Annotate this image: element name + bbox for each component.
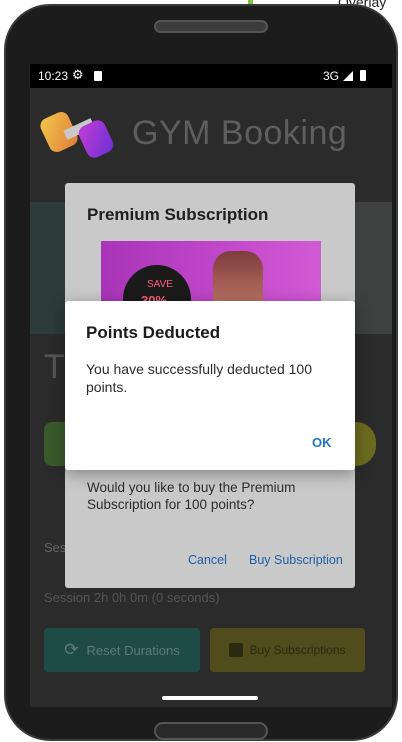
cancel-button[interactable]: Cancel [188,553,227,567]
reset-durations-button[interactable]: ⟳ Reset Durations [44,628,200,672]
dumbbell-logo [37,104,116,161]
screen: 10:23 ⚙ 3G GYM Booking T Ses Session 2h … [30,64,392,707]
gesture-nav-pill[interactable] [162,696,258,700]
hero-banner-right [356,202,392,334]
refresh-icon: ⟳ [64,640,79,659]
premium-question: Would you like to buy the Premium Subscr… [87,480,296,512]
ok-button[interactable]: OK [312,435,332,450]
promo-save-text: SAVE [147,279,173,290]
store-icon [229,643,244,657]
points-dialog-message: You have successfully deducted 100 point… [86,361,312,395]
promo-image: SAVE 30% [101,241,321,301]
buy-subscriptions-label: Buy Subscriptions [249,643,346,657]
signal-icon [343,71,353,81]
buy-subscriptions-button[interactable]: Buy Subscriptions [210,628,365,672]
phone-frame: 10:23 ⚙ 3G GYM Booking T Ses Session 2h … [4,4,398,741]
battery-icon [360,70,366,81]
status-bar: 10:23 ⚙ 3G [30,64,392,88]
session-label: Ses [44,540,67,555]
speaker-grille [154,20,268,33]
premium-dialog-title: Premium Subscription [87,205,269,224]
gear-icon: ⚙ [72,67,84,82]
buy-subscription-button[interactable]: Buy Subscription [249,553,343,567]
session-duration: Session 2h 0h 0m (0 seconds) [44,590,220,605]
reset-durations-label: Reset Durations [86,642,180,658]
app-title: GYM Booking [132,114,348,152]
promo-percent-text: 30% [141,293,168,301]
chin-bar [154,722,268,740]
section-heading: T [44,348,65,386]
status-time: 10:23 [38,69,69,83]
promo-athlete [213,251,263,301]
sd-card-icon [94,71,102,81]
network-type: 3G [323,69,340,83]
hero-banner-left [30,202,66,334]
points-deducted-dialog: Points Deducted You have successfully de… [65,301,355,470]
points-dialog-title: Points Deducted [86,323,221,342]
